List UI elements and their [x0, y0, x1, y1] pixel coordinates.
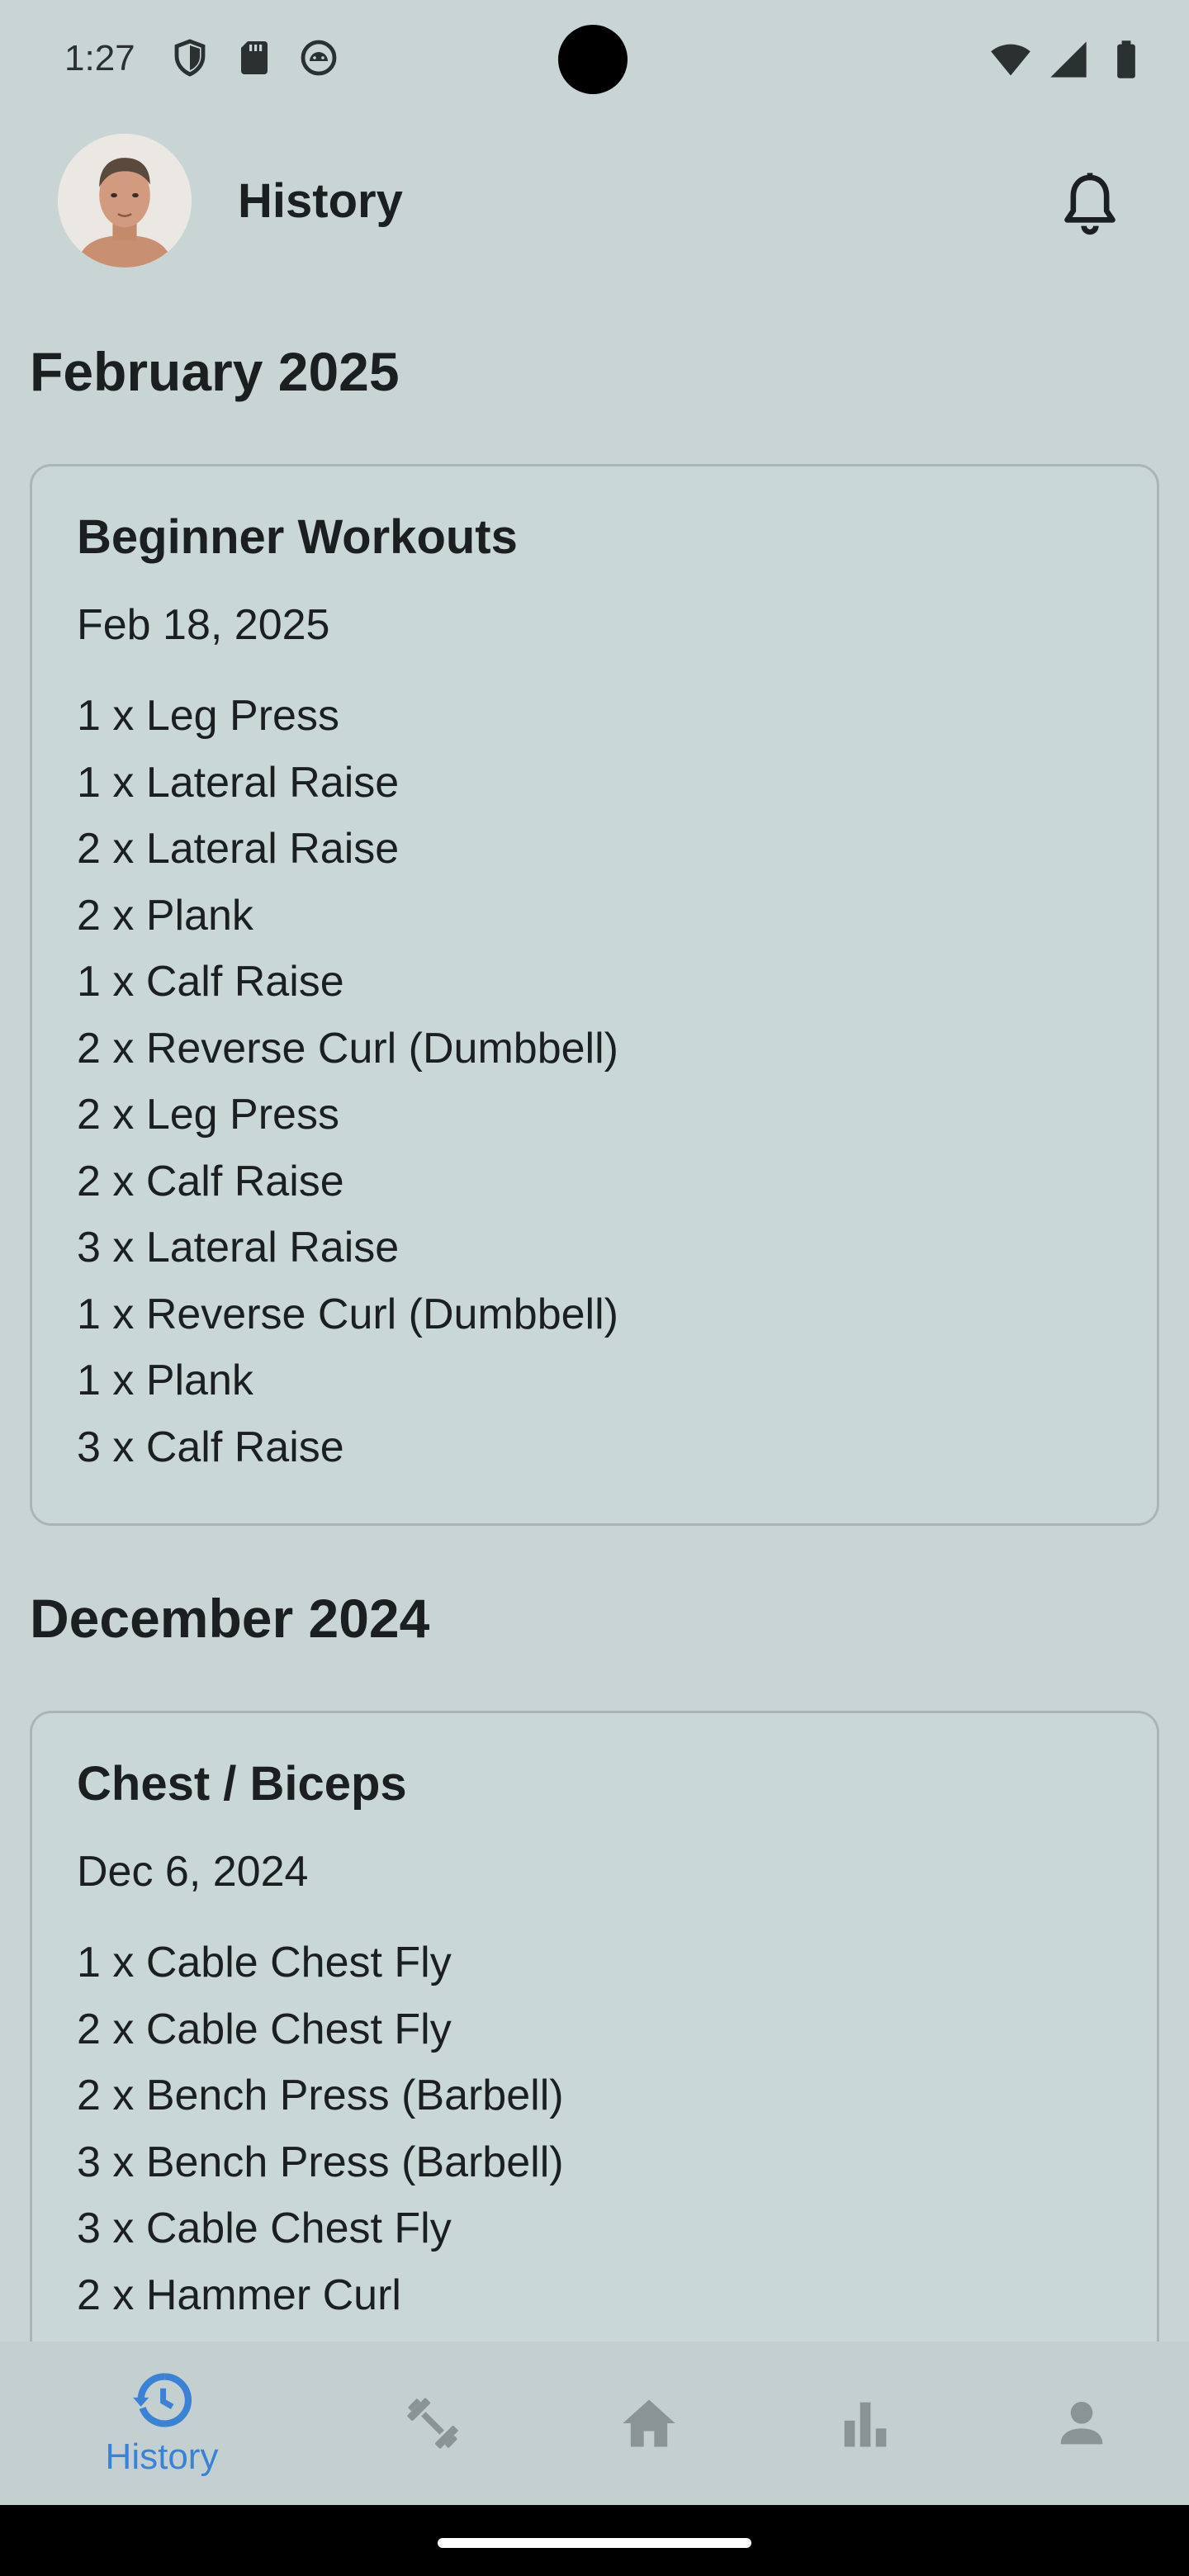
exercise-item: 1 x Calf Raise — [77, 958, 344, 1006]
exercise-item: 2 x Lateral Raise — [77, 825, 400, 873]
bar-chart-icon — [844, 2402, 887, 2447]
home-icon — [623, 2399, 675, 2447]
exercise-item: 2 x Bench Press (Barbell) — [77, 2072, 564, 2119]
home-gesture-pill[interactable] — [438, 2538, 751, 2548]
nav-label-history: History — [105, 2436, 219, 2477]
exercise-item: 2 x Hammer Curl — [77, 2271, 401, 2319]
bottom-nav: History — [0, 2342, 1189, 2505]
exercise-item: 3 x Cable Chest Fly — [77, 2204, 452, 2252]
exercise-item: 1 x Plank — [77, 1357, 253, 1404]
history-icon — [133, 2373, 192, 2427]
status-icons-left — [170, 38, 339, 78]
nav-item-stats[interactable] — [783, 2342, 948, 2505]
sd-card-icon — [241, 41, 268, 74]
workout-title: Beginner Workouts — [77, 510, 518, 564]
exercise-item: 2 x Plank — [77, 891, 253, 940]
avatar-image — [58, 134, 192, 268]
workout-title: Chest / Biceps — [77, 1757, 407, 1811]
history-list[interactable]: February 2025 Beginner Workouts Feb 18, … — [0, 281, 1189, 2342]
exercise-item: 1 x Forearm Curl — [77, 2328, 564, 2342]
exercise-item: 3 x Bench Press (Barbell) — [77, 2138, 564, 2186]
workout-card[interactable]: Beginner Workouts Feb 18, 2025 1 x Leg P… — [30, 464, 1159, 1526]
workout-card[interactable]: Chest / Biceps Dec 6, 2024 1 x Cable Che… — [30, 1711, 1159, 2342]
page-title: History — [238, 174, 403, 228]
workout-date: Feb 18, 2025 — [77, 601, 330, 649]
exercise-item: 1 x Lateral Raise — [77, 758, 400, 807]
workout-date: Dec 6, 2024 — [77, 1848, 309, 1896]
cell-signal-icon — [1050, 41, 1087, 78]
month-heading: February 2025 — [30, 341, 400, 402]
android-icon — [301, 40, 337, 76]
person-icon — [1060, 2402, 1103, 2445]
exercise-item: 2 x Leg Press — [77, 1091, 339, 1139]
avatar[interactable] — [58, 134, 192, 268]
nav-item-workouts[interactable] — [350, 2342, 515, 2505]
camera-cutout — [558, 25, 628, 94]
exercise-item: 3 x Lateral Raise — [77, 1224, 400, 1271]
exercise-item: 2 x Calf Raise — [77, 1157, 344, 1205]
dumbbell-icon — [407, 2398, 458, 2449]
nav-item-history[interactable]: History — [79, 2342, 244, 2505]
exercise-item: 2 x Cable Chest Fly — [77, 2005, 452, 2053]
exercise-item: 3 x Calf Raise — [77, 1423, 344, 1471]
month-heading: December 2024 — [30, 1588, 430, 1649]
shield-icon — [174, 39, 206, 77]
exercise-list: 1 x Cable Chest Fly 2 x Cable Chest Fly … — [77, 1930, 564, 2342]
battery-icon — [1117, 40, 1135, 78]
nav-item-home[interactable] — [566, 2342, 732, 2505]
status-time: 1:27 — [64, 38, 135, 78]
exercise-item: 1 x Reverse Curl (Dumbbell) — [77, 1290, 618, 1338]
status-bar: 1:27 — [0, 0, 1189, 124]
status-icons-right — [989, 38, 1148, 81]
exercise-item: 1 x Cable Chest Fly — [77, 1939, 452, 1986]
exercise-list: 1 x Leg Press 1 x Lateral Raise 2 x Late… — [77, 683, 618, 1480]
exercise-item: 1 x Leg Press — [77, 692, 339, 740]
wifi-icon — [991, 44, 1030, 76]
exercise-item: 2 x Reverse Curl (Dumbbell) — [77, 1024, 618, 1073]
bell-icon[interactable] — [1054, 168, 1126, 241]
nav-item-profile[interactable] — [999, 2342, 1164, 2505]
gesture-bar — [0, 2505, 1189, 2576]
app-header: History — [0, 124, 1189, 281]
